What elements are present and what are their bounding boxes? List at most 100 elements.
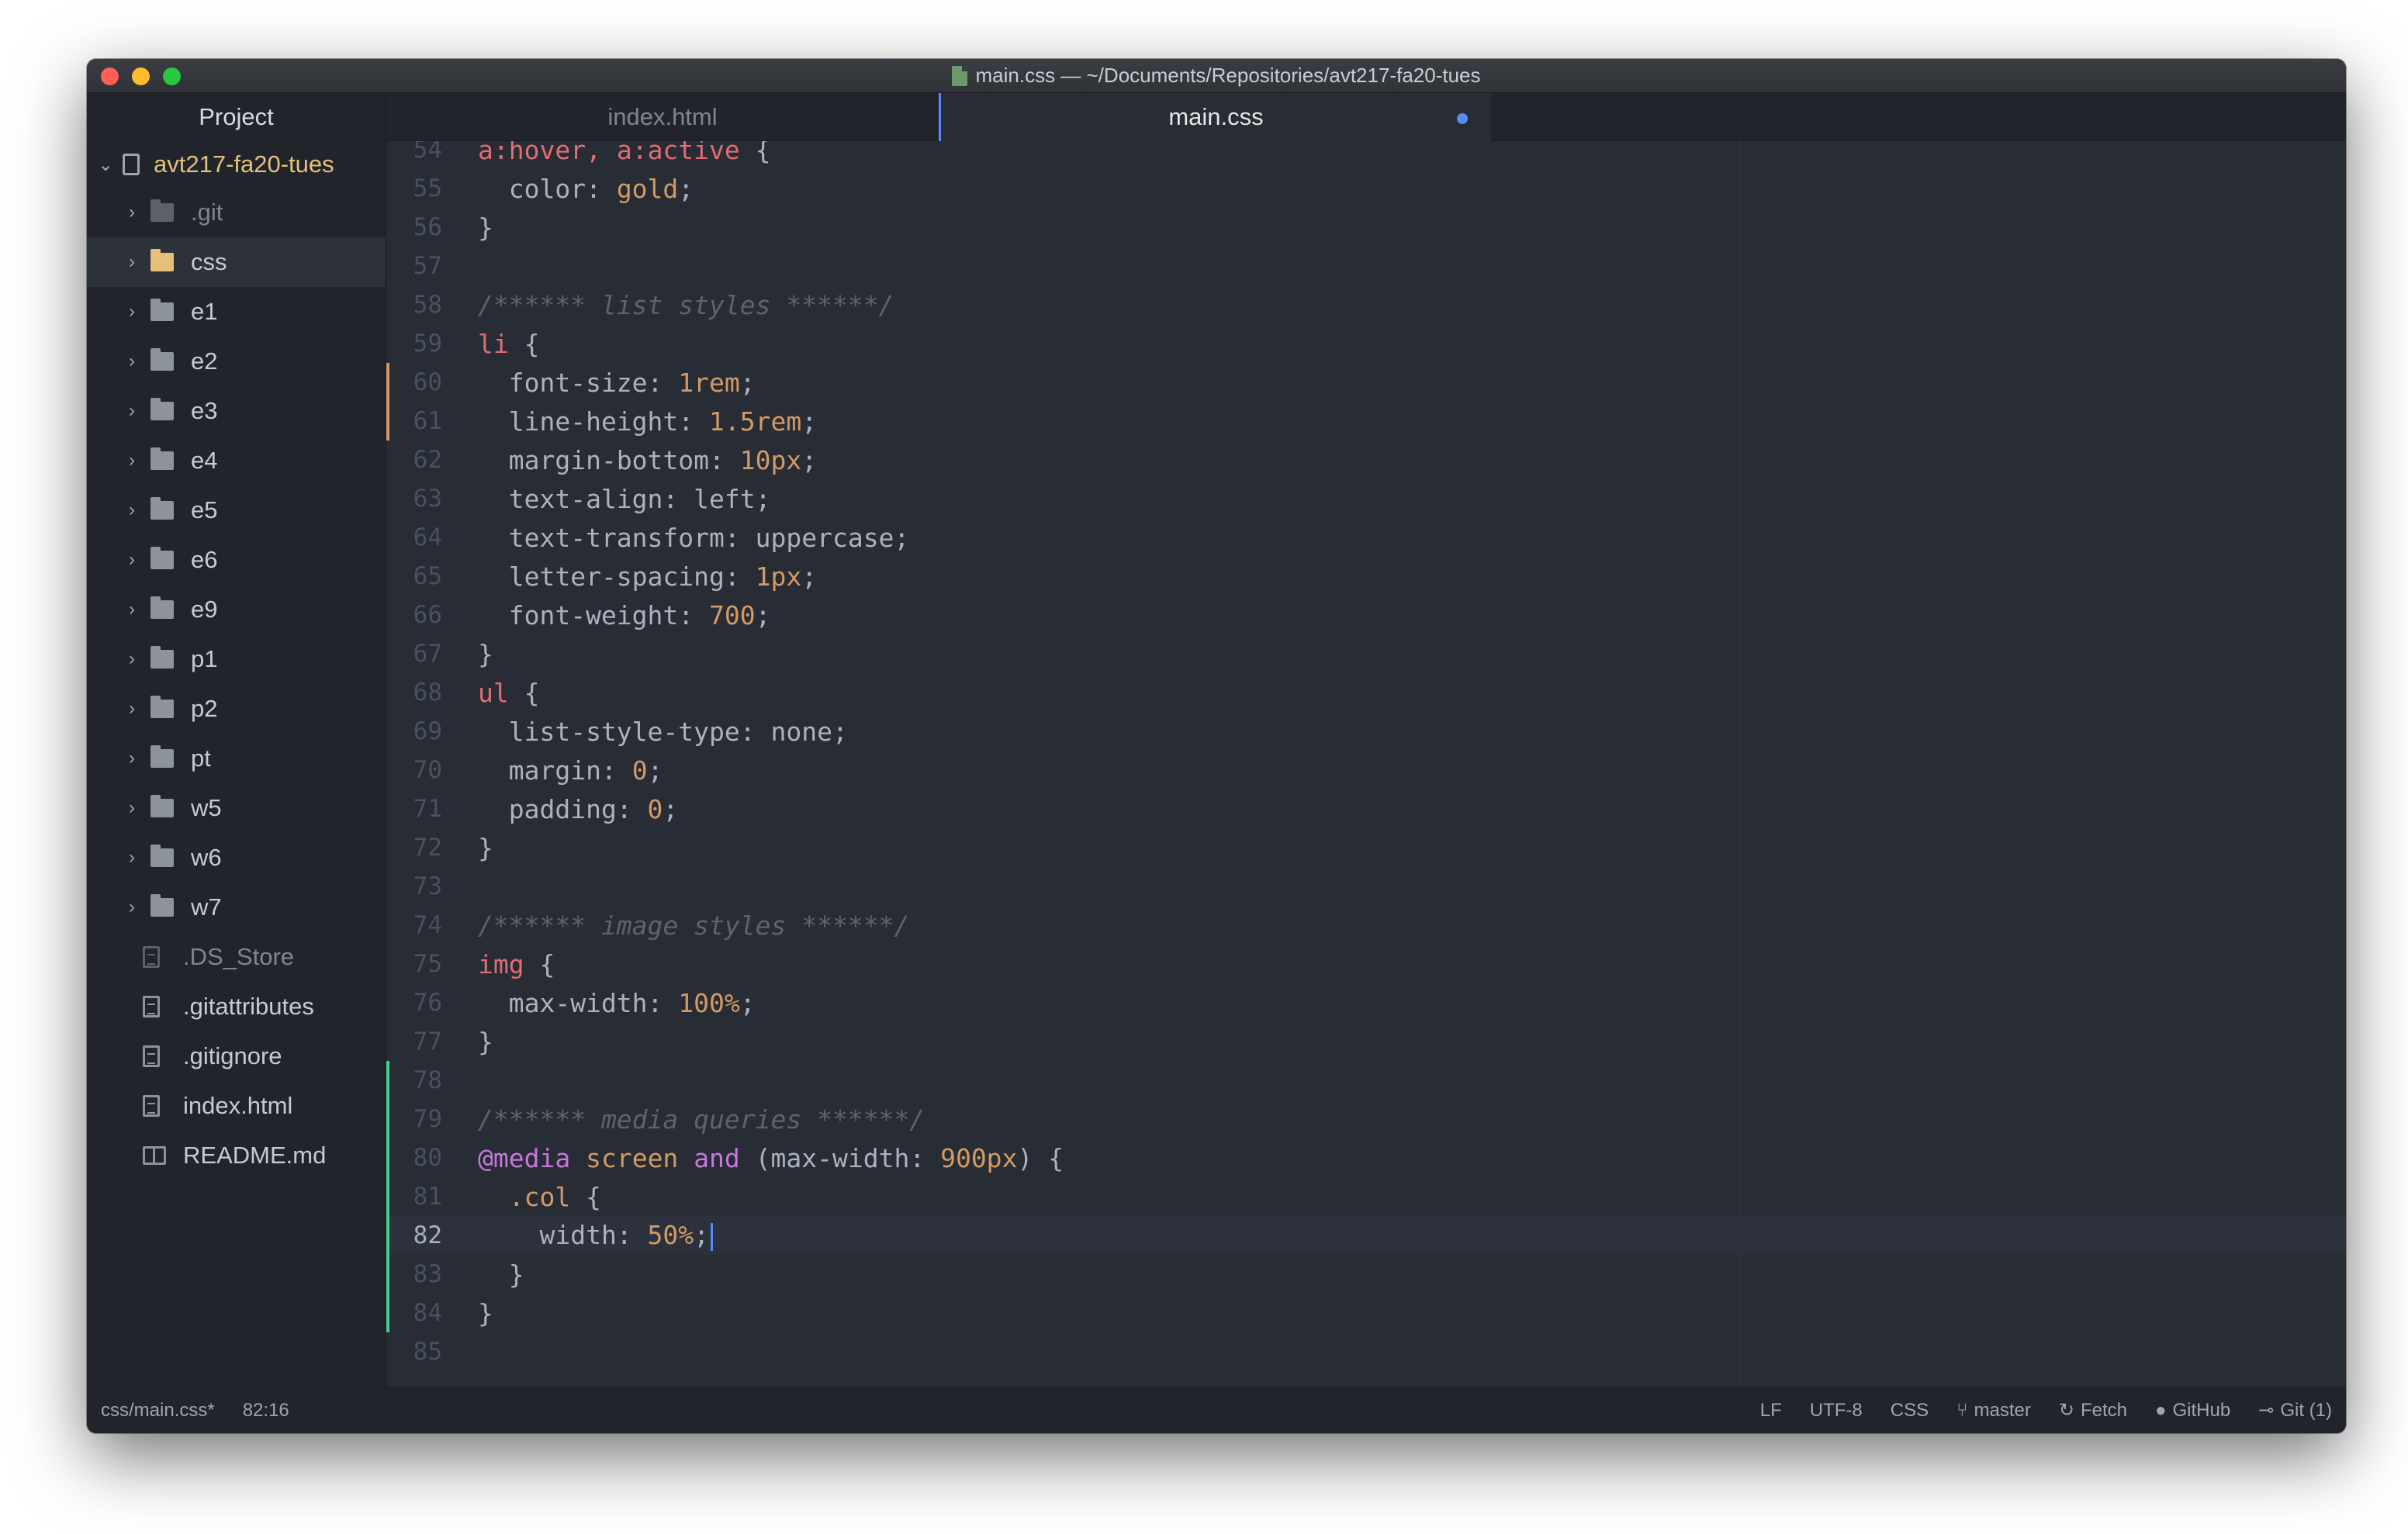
code-line: 81 .col { xyxy=(386,1177,2346,1216)
line-code: list-style-type: none; xyxy=(442,717,848,747)
line-code: color: gold; xyxy=(442,174,694,204)
minimize-window-button[interactable] xyxy=(132,67,150,85)
code-line: 62 margin-bottom: 10px; xyxy=(386,441,2346,479)
status-bar: css/main.css* 82:16 LF UTF-8 CSS ⑂ maste… xyxy=(87,1387,2346,1433)
line-number: 54 xyxy=(413,141,442,164)
editor-window: main.css — ~/Documents/Repositories/avt2… xyxy=(87,59,2346,1433)
code-token: letter-spacing: xyxy=(478,561,756,592)
tree-folder-item[interactable]: › e3 xyxy=(87,386,386,436)
chevron-right-icon: › xyxy=(129,648,135,669)
folder-icon xyxy=(150,547,174,569)
status-encoding[interactable]: UTF-8 xyxy=(1810,1400,1863,1422)
tree-root-folder[interactable]: ⌄ avt217-fa20-tues xyxy=(87,141,386,188)
modified-dot-icon xyxy=(1457,113,1468,124)
code-token: } xyxy=(478,638,493,669)
tree-item-label: p2 xyxy=(191,695,218,722)
code-token: @media xyxy=(478,1142,571,1173)
code-editor[interactable]: 54 a:hover, a:active {55 color: gold; 56} 5… xyxy=(386,141,2346,1387)
tree-file-item[interactable]: .gitignore xyxy=(87,1031,386,1081)
line-code: letter-spacing: 1px; xyxy=(442,561,817,592)
status-file-path[interactable]: css/main.css* xyxy=(101,1400,215,1422)
status-github[interactable]: ● GitHub xyxy=(2155,1400,2230,1422)
line-code: a:hover, a:active { xyxy=(442,141,771,165)
tree-folder-item[interactable]: › w7 xyxy=(87,883,386,932)
line-code: font-size: 1rem; xyxy=(442,368,756,398)
window-title-text: main.css — ~/Documents/Repositories/avt2… xyxy=(975,64,1481,87)
tree-folder-item[interactable]: › e4 xyxy=(87,436,386,485)
status-grammar[interactable]: CSS xyxy=(1891,1400,1929,1422)
code-token: /****** list styles ******/ xyxy=(478,289,894,320)
folder-icon xyxy=(150,646,174,669)
code-token: 10px xyxy=(739,444,802,475)
tree-folder-item[interactable]: › w6 xyxy=(87,833,386,883)
line-code: ul { xyxy=(442,678,540,708)
tree-file-item[interactable]: .DS_Store xyxy=(87,932,386,982)
tree-file-item[interactable]: index.html xyxy=(87,1081,386,1131)
tree-item-label: w6 xyxy=(191,844,222,871)
tree-folder-item[interactable]: › w5 xyxy=(87,783,386,833)
code-token: , xyxy=(586,141,617,165)
tree-folder-item[interactable]: › e2 xyxy=(87,337,386,386)
tree-file-item[interactable]: .gitattributes xyxy=(87,982,386,1031)
code-token: 100% xyxy=(678,987,740,1018)
code-token: ) { xyxy=(1017,1142,1064,1173)
code-line: 72} xyxy=(386,828,2346,867)
status-line-ending[interactable]: LF xyxy=(1760,1400,1782,1422)
tree-folder-item[interactable]: › p1 xyxy=(87,634,386,684)
code-token: 700 xyxy=(709,599,756,631)
code-token: color: xyxy=(478,173,617,204)
git-commit-icon: ⊸ xyxy=(2258,1400,2275,1421)
tree-folder-item[interactable]: › .git xyxy=(87,188,386,237)
tree-folder-item[interactable]: › css xyxy=(87,237,386,287)
code-line: 54 a:hover, a:active { xyxy=(386,141,2346,169)
file-icon xyxy=(143,1045,160,1067)
code-line: 74 /****** image styles ******/ xyxy=(386,906,2346,945)
line-number: 80 xyxy=(413,1144,442,1172)
code-token: ul xyxy=(478,677,509,708)
tab-index-html[interactable]: index.html xyxy=(386,93,939,141)
code-token: { xyxy=(508,328,540,359)
code-token: { xyxy=(570,1181,601,1212)
code-token: and xyxy=(694,1142,740,1173)
code-token: 1px xyxy=(755,561,802,592)
tree-folder-item[interactable]: › e5 xyxy=(87,485,386,535)
code-token: margin: xyxy=(478,755,632,786)
code-line: 61 line-height: 1.5rem; xyxy=(386,402,2346,441)
git-gutter-marker xyxy=(386,1177,389,1216)
tree-file-item[interactable]: README.md xyxy=(87,1131,386,1180)
file-icon xyxy=(143,1095,160,1117)
chevron-right-icon: › xyxy=(129,202,135,223)
code-token: ; xyxy=(694,1220,710,1251)
line-code: font-weight: 700; xyxy=(442,600,771,631)
tree-folder-item[interactable]: › e9 xyxy=(87,585,386,634)
maximize-window-button[interactable] xyxy=(163,67,181,85)
git-branch-icon: ⑂ xyxy=(1956,1399,1968,1421)
folder-icon xyxy=(150,447,174,470)
code-line: 73 xyxy=(386,867,2346,906)
status-git[interactable]: ⊸ Git (1) xyxy=(2258,1399,2332,1422)
code-token: ; xyxy=(663,793,679,824)
chevron-right-icon: › xyxy=(129,549,135,570)
tree-item-label: e6 xyxy=(191,546,218,573)
code-token: } xyxy=(478,1259,524,1290)
tab-main-css[interactable]: main.css xyxy=(939,93,1491,141)
code-lines: 54 a:hover, a:active {55 color: gold; 56} 5… xyxy=(386,141,2346,1371)
line-code: text-transform: uppercase; xyxy=(442,523,910,553)
line-number: 56 xyxy=(413,213,442,241)
tree-item-label: p1 xyxy=(191,645,218,672)
code-line: 80 @media screen and (max-width: 900px) { xyxy=(386,1138,2346,1177)
line-code: /****** image styles ******/ xyxy=(442,910,909,941)
tree-folder-item[interactable]: › e1 xyxy=(87,287,386,337)
code-token: margin-bottom: xyxy=(478,444,740,475)
code-line: 69 list-style-type: none; xyxy=(386,712,2346,751)
close-window-button[interactable] xyxy=(101,67,119,85)
code-line: 79 /****** media queries ******/ xyxy=(386,1100,2346,1138)
tree-folder-item[interactable]: › pt xyxy=(87,734,386,783)
tree-folder-item[interactable]: › p2 xyxy=(87,684,386,734)
code-token: /****** media queries ******/ xyxy=(478,1104,925,1135)
status-cursor-position[interactable]: 82:16 xyxy=(243,1400,289,1422)
tree-folder-item[interactable]: › e6 xyxy=(87,535,386,585)
status-fetch[interactable]: ↻ Fetch xyxy=(2059,1399,2127,1422)
status-branch[interactable]: ⑂ master xyxy=(1956,1400,2031,1422)
